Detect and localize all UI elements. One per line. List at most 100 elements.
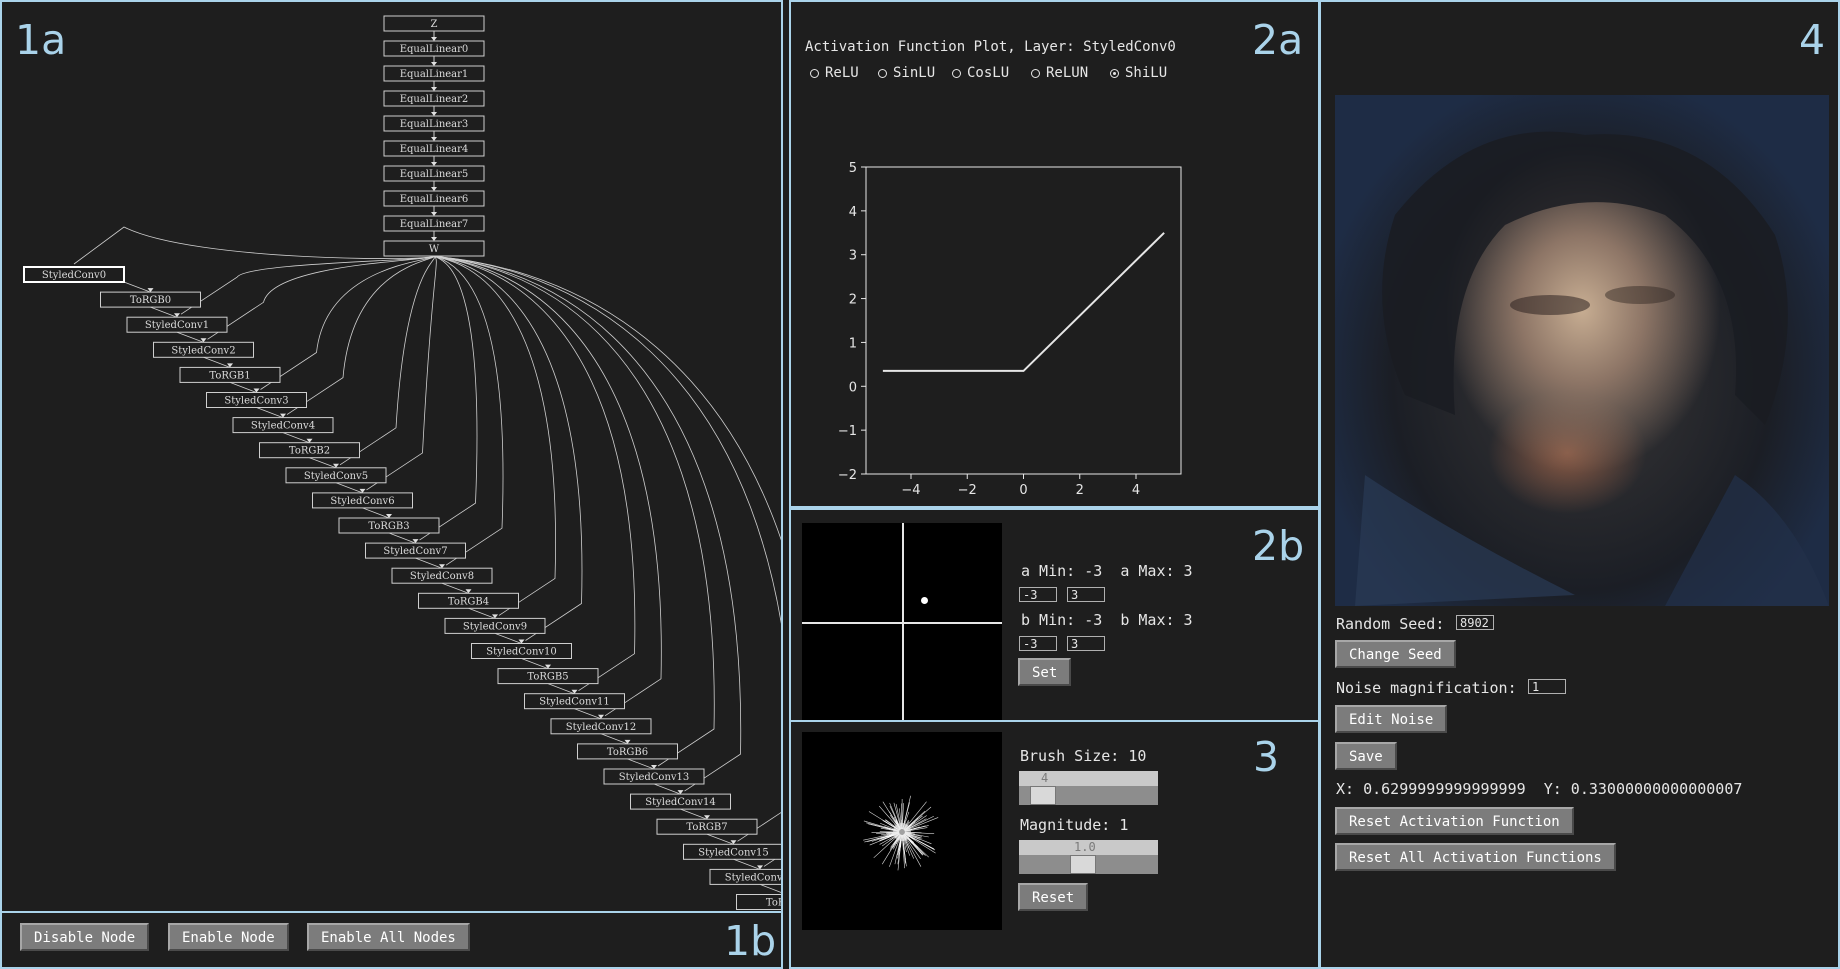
graph-node[interactable]: StyledConv15 [683,843,782,860]
brush-panel: Brush Size: 10 4 Magnitude: 1 1.0 Reset … [789,720,1320,969]
graph-node[interactable]: ToRGB1 [179,366,281,383]
magnitude-slider-handle[interactable] [1070,855,1096,874]
graph-node[interactable]: EqualLinear3 [383,115,485,132]
activation-curve [882,232,1165,372]
graph-node[interactable]: StyledConv8 [391,567,493,584]
graph-node-label: StyledConv7 [383,546,447,557]
graph-node[interactable]: StyledConv5 [285,467,387,484]
graph-node[interactable]: StyledConv11 [524,693,625,710]
graph-node[interactable]: EqualLinear6 [383,190,485,207]
x-tick-label: −4 [901,483,920,498]
graph-node[interactable]: StyledConv1 [126,316,228,333]
graph-node-label: EqualLinear0 [400,44,469,55]
y-tick-label: −2 [838,468,857,483]
graph-node-label: StyledConv8 [410,571,474,582]
enable-node-button[interactable]: Enable Node [168,923,289,951]
enable-all-nodes-button[interactable]: Enable All Nodes [307,923,470,951]
radio-dot-icon [810,68,819,78]
graph-node[interactable]: ToRGB4 [418,592,519,609]
graph-node[interactable]: ToRGB2 [259,442,360,459]
graph-node[interactable]: EqualLinear7 [383,215,485,232]
graph-node[interactable]: EqualLinear1 [383,65,485,82]
save-button[interactable]: Save [1335,742,1397,770]
radio-relun[interactable]: ReLUN [1031,65,1088,81]
disable-node-button[interactable]: Disable Node [20,923,150,951]
parameter-panel: a Min: -3 a Max: 3 -3 3 b Min: -3 b Max:… [789,508,1320,722]
a-max-field[interactable]: 3 [1067,587,1105,602]
a-min-field[interactable]: -3 [1019,587,1057,602]
network-graph[interactable]: Z EqualLinear0 EqualLinear1 EqualLinear2 Equ… [2,2,781,911]
magnitude-label: Magnitude: 1 [1020,816,1129,834]
graph-edge [150,306,178,318]
graph-node[interactable]: ToRGB5 [497,668,599,685]
graph-node[interactable]: EqualLinear0 [383,40,485,57]
b-max-field[interactable]: 3 [1067,636,1105,651]
graph-node-label: ToRGB5 [527,672,568,683]
edit-noise-button[interactable]: Edit Noise [1335,705,1448,733]
graph-node-label: ToRGB4 [448,596,489,607]
b-min-field[interactable]: -3 [1019,636,1057,651]
graph-node[interactable]: ToRGB6 [577,743,678,760]
graph-arrow [431,212,437,216]
graph-edge [419,255,478,541]
graph-node-label: StyledConv9 [463,621,527,632]
radio-label: ReLUN [1046,65,1089,81]
radio-coslu[interactable]: CosLU [952,65,1009,81]
parameter-pad[interactable] [802,523,1002,720]
graph-node[interactable]: EqualLinear2 [383,90,485,107]
set-button[interactable]: Set [1018,658,1072,686]
reset-all-activation-functions-button[interactable]: Reset All Activation Functions [1335,843,1616,871]
activation-plot-panel: 2a Activation Function Plot, Layer: Styl… [789,0,1320,508]
reset-brush-button[interactable]: Reset [1018,883,1089,911]
graph-node[interactable]: StyledConv0 [23,266,125,283]
graph-node[interactable]: StyledConv14 [630,793,731,810]
panel-label-2a: 2a [1252,16,1304,64]
graph-node[interactable]: EqualLinear4 [383,140,485,157]
panel-label-3: 3 [1253,733,1280,781]
graph-arrow [431,62,437,66]
graph-node-label: EqualLinear1 [400,69,469,80]
magnitude-slider[interactable]: 1.0 [1019,840,1158,874]
graph-node[interactable]: StyledConv6 [312,492,413,509]
graph-edge [282,432,310,444]
graph-node[interactable]: ToRGB3 [338,517,440,534]
graph-node-label: StyledConv3 [224,396,288,407]
graph-node[interactable]: W [383,240,485,257]
radio-shilu[interactable]: ShiLU [1110,65,1167,81]
change-seed-button[interactable]: Change Seed [1335,640,1456,668]
y-tick-label: 2 [849,293,857,308]
graph-node[interactable]: StyledConv12 [550,718,652,735]
graph-node[interactable]: StyledConv4 [232,417,334,434]
graph-node-label: StyledConv4 [251,421,315,432]
radio-sinlu[interactable]: SinLU [878,65,935,81]
pad-point[interactable] [921,597,928,604]
graph-edge [388,532,416,544]
graph-node[interactable]: StyledConv2 [153,341,254,358]
graph-node[interactable]: StyledConv10 [471,643,572,659]
brush-size-slider[interactable]: 4 [1019,771,1158,805]
graph-node-label: EqualLinear7 [400,219,469,230]
graph-edge [521,658,549,669]
panel-label-4: 4 [1799,16,1826,64]
graph-node[interactable]: StyledConv3 [206,392,307,408]
graph-node[interactable]: Z [383,15,485,32]
graph-node[interactable]: EqualLinear5 [383,165,485,182]
graph-node[interactable]: ToRGB7 [656,818,758,835]
random-seed-field[interactable]: 8902 [1456,615,1494,630]
reset-activation-function-button[interactable]: Reset Activation Function [1335,807,1574,835]
graph-node[interactable]: StyledConv7 [365,542,466,559]
brush-size-slider-handle[interactable] [1030,786,1056,805]
graph-node[interactable]: StyledConv13 [603,768,705,785]
radio-dot-icon [878,68,887,78]
graph-edge [574,708,602,720]
graph-node[interactable]: ToRGB8 [736,894,782,910]
radio-relu[interactable]: ReLU [810,65,859,81]
graph-node[interactable]: StyledConv9 [444,617,546,634]
graph-edge [229,382,257,393]
b-range-label: b Min: -3 b Max: 3 [1021,611,1193,629]
graph-edge [468,607,496,619]
graph-node[interactable]: StyledConv16 [709,868,781,885]
graph-edge [547,683,575,695]
graph-node[interactable]: ToRGB0 [100,291,201,308]
noise-magnification-field[interactable]: 1 [1528,679,1566,694]
